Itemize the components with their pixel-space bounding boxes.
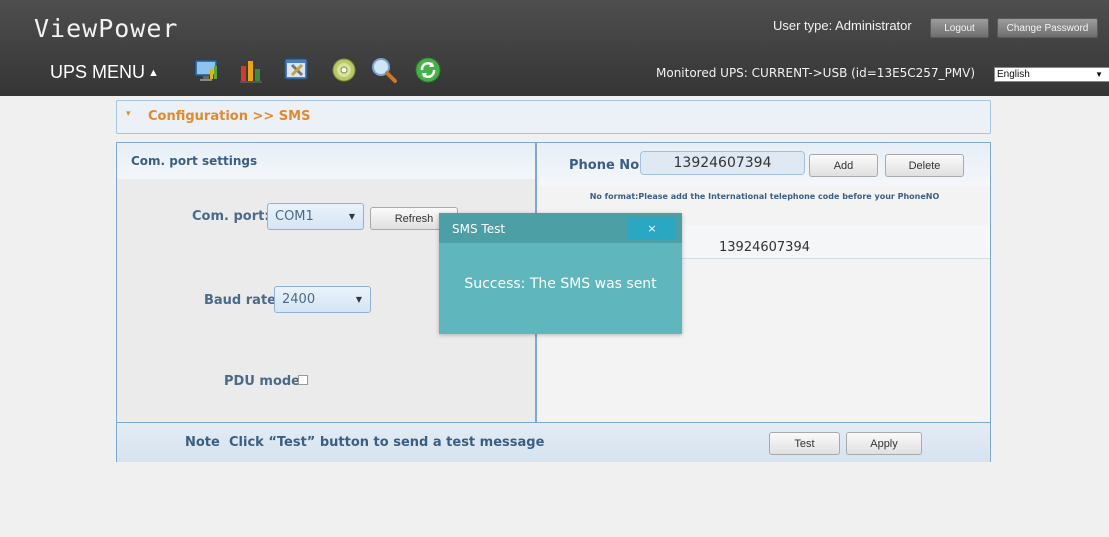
com-port-panel-header: Com. port settings: [117, 143, 535, 179]
app-window: ViewPower User type: Administrator Logou…: [0, 0, 1109, 537]
refresh-icon[interactable]: [414, 56, 442, 84]
sms-test-dialog: SMS Test × Success: The SMS was sent: [439, 213, 682, 334]
baud-rate-label: Baud rate:: [204, 293, 282, 308]
dropdown-arrow-icon: ▼: [348, 212, 355, 221]
close-icon: ×: [647, 221, 657, 235]
chart-icon[interactable]: [238, 56, 266, 84]
test-button[interactable]: Test: [769, 432, 840, 455]
ups-menu-toggle[interactable]: UPS MENU ▲: [50, 62, 159, 83]
phone-format-note: No format:Please add the International t…: [589, 192, 940, 201]
dropdown-arrow-icon: ▼: [355, 295, 362, 304]
dialog-title: SMS Test: [452, 222, 506, 236]
search-icon[interactable]: [370, 56, 398, 84]
dialog-message: Success: The SMS was sent: [464, 276, 657, 292]
note-text: Click “Test” button to send a test messa…: [229, 435, 545, 450]
com-port-panel-title: Com. port settings: [131, 154, 258, 168]
com-port-label: Com. port:: [192, 209, 270, 224]
monitored-ups-label: Monitored UPS: CURRENT->USB (id=13E5C257…: [656, 66, 976, 80]
bullet-icon: ▾: [126, 109, 131, 119]
change-password-button[interactable]: Change Password: [997, 18, 1098, 38]
phone-panel-header: Phone No. 13924607394 Add Delete: [539, 143, 990, 186]
com-port-value: COM1: [275, 209, 314, 224]
cd-icon[interactable]: [330, 56, 358, 84]
logout-button[interactable]: Logout: [930, 18, 989, 38]
pdu-mode-label: PDU mode: [224, 374, 301, 389]
language-value: English: [997, 69, 1030, 80]
sms-test-dialog-header: SMS Test ×: [439, 213, 682, 243]
app-title: ViewPower: [34, 14, 179, 43]
tools-icon[interactable]: [283, 56, 311, 84]
add-phone-button[interactable]: Add: [809, 154, 878, 177]
triangle-up-icon: ▲: [148, 66, 159, 79]
phone-number-input[interactable]: 13924607394: [640, 151, 805, 175]
com-port-select[interactable]: COM1 ▼: [267, 203, 364, 230]
header-bar: ViewPower User type: Administrator Logou…: [0, 0, 1109, 96]
bottom-action-bar: Note Click “Test” button to send a test …: [117, 422, 990, 462]
user-type-label: User type: Administrator: [773, 18, 912, 33]
language-select[interactable]: English ▼: [994, 67, 1109, 82]
phone-no-label: Phone No.: [569, 158, 645, 173]
pdu-mode-checkbox[interactable]: [298, 375, 308, 385]
note-label: Note: [185, 435, 220, 450]
breadcrumb-text: Configuration >> SMS: [148, 109, 311, 124]
close-button[interactable]: ×: [628, 217, 676, 239]
baud-rate-select[interactable]: 2400 ▼: [274, 286, 371, 313]
breadcrumb: ▾ Configuration >> SMS: [116, 100, 991, 134]
dropdown-arrow-icon: ▼: [1095, 70, 1103, 79]
delete-phone-button[interactable]: Delete: [885, 154, 964, 177]
monitor-icon[interactable]: [193, 56, 221, 84]
baud-rate-value: 2400: [282, 292, 316, 307]
apply-button[interactable]: Apply: [846, 432, 922, 455]
ups-menu-label: UPS MENU: [50, 62, 146, 82]
